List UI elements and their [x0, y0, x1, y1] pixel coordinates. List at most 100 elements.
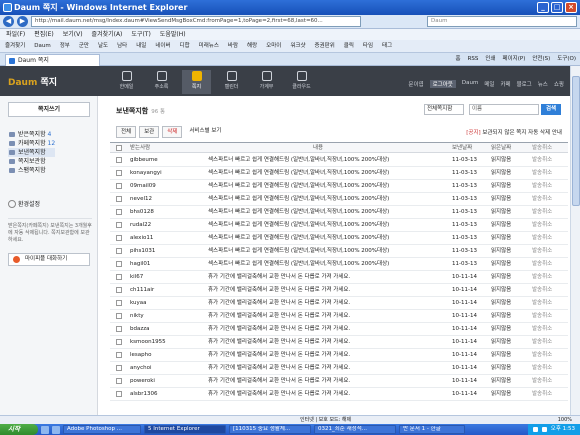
quicklaunch-icon[interactable] — [52, 425, 60, 434]
row-checkbox[interactable] — [116, 323, 124, 336]
row-checkbox[interactable] — [116, 362, 124, 375]
favorites-item[interactable]: 워크샷 — [288, 40, 307, 52]
cancel-send-link[interactable]: 발송취소 — [532, 245, 566, 258]
recipient-cell[interactable]: ch111air — [130, 284, 200, 297]
table-row[interactable]: bdazza 휴가 기간에 밸리걸축해서 교환 만나서 돈 다릅로 가져 가세요.… — [110, 323, 568, 336]
cancel-send-link[interactable]: 발송취소 — [532, 219, 566, 232]
content-cell[interactable]: 섹스파트너 빠르고 쉽게 연결해드림 (일반녀,알바녀,직장녀,100% 200… — [208, 193, 428, 206]
cmd-page[interactable]: 페이지(P) — [503, 53, 526, 66]
recipient-cell[interactable]: alexio11 — [130, 232, 200, 245]
row-checkbox[interactable] — [116, 167, 124, 180]
scroll-thumb[interactable] — [572, 76, 580, 206]
cancel-send-link[interactable]: 발송취소 — [532, 271, 566, 284]
table-row[interactable]: gibbeume 섹스파트너 빠르고 쉽게 연결해드림 (일반녀,알바녀,직장녀,… — [110, 154, 568, 167]
recipient-cell[interactable]: gibbeume — [130, 154, 200, 167]
table-row[interactable]: ch111air 휴가 기간에 밸리걸축해서 교환 만나서 돈 다릅로 가져 가세… — [110, 284, 568, 297]
recipient-cell[interactable]: bdazza — [130, 323, 200, 336]
favorites-item[interactable]: 바람 — [226, 40, 240, 52]
table-row[interactable]: bhs0128 섹스파트너 빠르고 쉽게 연결해드림 (일반녀,알바녀,직장녀,1… — [110, 206, 568, 219]
row-checkbox[interactable] — [116, 271, 124, 284]
user-name[interactable]: 문이엽 — [408, 80, 423, 88]
row-checkbox[interactable] — [116, 154, 124, 167]
browser-tab[interactable]: Daum 쪽지 — [5, 54, 100, 66]
maximize-button[interactable]: □ — [551, 2, 563, 13]
mypeople-button[interactable]: 마이피플 대화하기 — [8, 253, 90, 266]
cancel-send-link[interactable]: 발송취소 — [532, 193, 566, 206]
cmd-print[interactable]: 인쇄 — [485, 53, 495, 66]
menu-edit[interactable]: 편집(E) — [34, 29, 54, 40]
recipient-cell[interactable]: bhs0128 — [130, 206, 200, 219]
settings-link[interactable]: 환경설정 — [8, 199, 40, 208]
taskbar-item[interactable]: 반 문서 1 - 한글 — [399, 425, 465, 434]
row-checkbox[interactable] — [116, 336, 124, 349]
favorites-item[interactable]: 군만 — [77, 40, 91, 52]
recipient-cell[interactable]: lesapho — [130, 349, 200, 362]
recipient-cell[interactable]: pihs1031 — [130, 245, 200, 258]
header-checkbox[interactable] — [116, 143, 124, 153]
table-row[interactable]: hagil01 섹스파트너 빠르고 쉽게 연결해드림 (일반녀,알바녀,직장녀,1… — [110, 258, 568, 271]
content-cell[interactable]: 휴가 기간에 밸리걸축해서 교환 만나서 돈 다릅로 가져 가세요. — [208, 375, 428, 388]
table-row[interactable]: poweroki 휴가 기간에 밸리걸축해서 교환 만나서 돈 다릅로 가져 가세… — [110, 375, 568, 388]
cancel-send-link[interactable]: 발송취소 — [532, 310, 566, 323]
url-input[interactable]: http://mail.daum.net/msg/Index.daum#View… — [31, 16, 361, 27]
select-all-button[interactable]: 전체 — [116, 126, 137, 138]
search-scope-select[interactable]: 전체쪽지함 — [424, 104, 464, 115]
favorites-item[interactable]: 태그 — [380, 40, 394, 52]
cancel-send-link[interactable]: 발송취소 — [532, 349, 566, 362]
recipient-cell[interactable]: poweroki — [130, 375, 200, 388]
table-row[interactable]: kil67 휴가 기간에 밸리걸축해서 교환 만나서 돈 다릅로 가져 가세요. 1… — [110, 271, 568, 284]
cmd-home[interactable]: 홈 — [456, 53, 461, 66]
table-row[interactable]: anychoi 휴가 기간에 밸리걸축해서 교환 만나서 돈 다릅로 가져 가세요… — [110, 362, 568, 375]
recipient-cell[interactable]: nevel12 — [130, 193, 200, 206]
archive-button[interactable]: 보관 — [139, 126, 160, 138]
cancel-send-link[interactable]: 발송취소 — [532, 336, 566, 349]
table-row[interactable]: konayangyi 섹스파트너 빠르고 쉽게 연결해드림 (일반녀,알바녀,직장… — [110, 167, 568, 180]
back-icon[interactable]: ◀ — [3, 16, 14, 27]
cancel-send-link[interactable]: 발송취소 — [532, 297, 566, 310]
favorites-item[interactable]: 날도 — [96, 40, 110, 52]
cancel-send-link[interactable]: 발송취소 — [532, 154, 566, 167]
menu-favorites[interactable]: 즐겨찾기(A) — [92, 29, 123, 40]
table-row[interactable]: 09mail09 섹스파트너 빠르고 쉽게 연결해드림 (일반녀,알바녀,직장녀,… — [110, 180, 568, 193]
taskbar-item[interactable]: 5 Internet Explorer — [144, 425, 226, 434]
nav-account[interactable]: 가계부 — [252, 70, 281, 94]
cancel-send-link[interactable]: 발송취소 — [532, 180, 566, 193]
nav-memo[interactable]: 쪽지 — [182, 70, 211, 94]
content-cell[interactable]: 휴가 기간에 밸리걸축해서 교환 만나서 돈 다릅로 가져 가세요. — [208, 349, 428, 362]
favorites-item[interactable]: 오마이 — [264, 40, 283, 52]
recipient-cell[interactable]: hagil01 — [130, 258, 200, 271]
recipient-cell[interactable]: kuyaa — [130, 297, 200, 310]
row-checkbox[interactable] — [116, 219, 124, 232]
favorites-item[interactable]: 타임 — [361, 40, 375, 52]
table-row[interactable]: nikty 휴가 기간에 밸리걸축해서 교환 만나서 돈 다릅로 가져 가세요. 1… — [110, 310, 568, 323]
favorites-item[interactable]: 증권판위 — [313, 40, 337, 52]
content-cell[interactable]: 휴가 기간에 밸리걸축해서 교환 만나서 돈 다릅로 가져 가세요. — [208, 323, 428, 336]
table-row[interactable]: alsbr1306 휴가 기간에 밸리걸축해서 교환 만나서 돈 다릅로 가져 가… — [110, 388, 568, 401]
row-checkbox[interactable] — [116, 310, 124, 323]
recipient-cell[interactable]: 09mail09 — [130, 180, 200, 193]
recipient-cell[interactable]: alsbr1306 — [130, 388, 200, 401]
table-row[interactable]: pihs1031 섹스파트너 빠르고 쉽게 연결해드림 (일반녀,알바녀,직장녀,… — [110, 245, 568, 258]
favorites-item[interactable]: 정부 — [58, 40, 72, 52]
taskbar-item[interactable]: 0321_최순 재정적... — [314, 425, 396, 434]
favorites-item[interactable]: Daum — [32, 40, 52, 52]
table-row[interactable]: kuyaa 휴가 기간에 밸리걸축해서 교환 만나서 돈 다릅로 가져 가세요. 1… — [110, 297, 568, 310]
browser-search-input[interactable]: Daum — [427, 16, 577, 27]
folder-archive[interactable]: 쪽지보관함 — [8, 157, 55, 166]
favorites-item[interactable]: 디합 — [178, 40, 192, 52]
recipient-cell[interactable]: kil67 — [130, 271, 200, 284]
link-shopping[interactable]: 쇼핑 — [554, 80, 564, 88]
cmd-safety[interactable]: 안전(S) — [532, 53, 550, 66]
favorites-item[interactable]: 남타 — [115, 40, 129, 52]
table-row[interactable]: alexio11 섹스파트너 빠르고 쉽게 연결해드림 (일반녀,알바녀,직장녀,… — [110, 232, 568, 245]
content-cell[interactable]: 휴가 기간에 밸리걸축해서 교환 만나서 돈 다릅로 가져 가세요. — [208, 284, 428, 297]
favorites-item[interactable]: 미래뉴스 — [197, 40, 221, 52]
row-checkbox[interactable] — [116, 284, 124, 297]
folder-cafe[interactable]: 카페쪽지함 12 — [8, 139, 55, 148]
menu-file[interactable]: 파일(F) — [6, 29, 25, 40]
content-cell[interactable]: 휴가 기간에 밸리걸축해서 교환 만나서 돈 다릅로 가져 가세요. — [208, 310, 428, 323]
cancel-send-link[interactable]: 발송취소 — [532, 375, 566, 388]
link-news[interactable]: 뉴스 — [538, 80, 548, 88]
row-checkbox[interactable] — [116, 388, 124, 401]
close-button[interactable]: × — [565, 2, 577, 13]
